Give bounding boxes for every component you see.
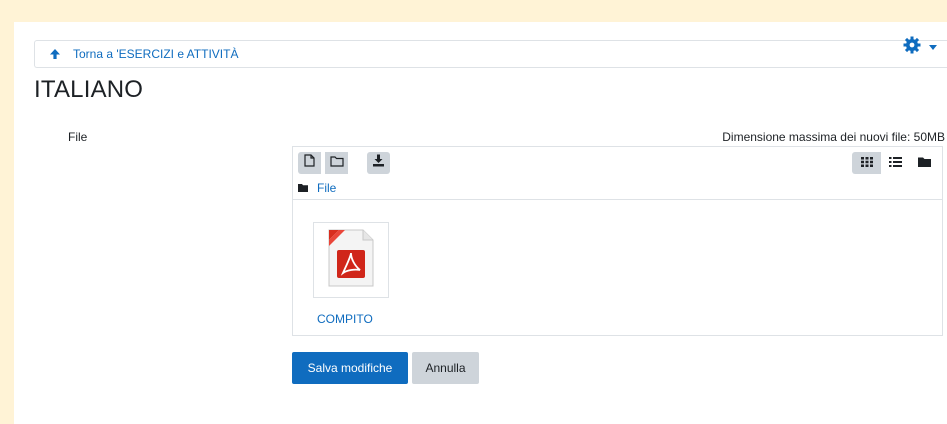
- max-file-size-text: Dimensione massima dei nuovi file: 50MB: [722, 130, 945, 144]
- file-name-label[interactable]: COMPITO: [317, 312, 373, 326]
- back-link-bar[interactable]: Torna a 'ESERCIZI e ATTIVITÀ: [34, 40, 947, 68]
- view-mode-buttons: [852, 152, 939, 174]
- create-folder-button[interactable]: [325, 152, 348, 174]
- file-manager-content: COMPITO: [293, 200, 942, 336]
- file-name[interactable]: COMPITO: [317, 312, 397, 338]
- folder-icon: [298, 181, 308, 195]
- page-content: Torna a 'ESERCIZI e ATTIVITÀ ITALIANO Fi…: [14, 22, 947, 424]
- list-icon: [889, 154, 902, 172]
- download-all-button[interactable]: [367, 152, 390, 174]
- breadcrumb[interactable]: File: [298, 181, 336, 195]
- file-thumbnail[interactable]: [313, 222, 389, 298]
- file-icon: [304, 154, 315, 172]
- breadcrumb-root-label[interactable]: File: [317, 181, 336, 195]
- back-link-label[interactable]: Torna a 'ESERCIZI e ATTIVITÀ: [73, 47, 238, 61]
- settings-menu-toggle[interactable]: [903, 36, 937, 59]
- view-tree-button[interactable]: [910, 152, 939, 174]
- save-button[interactable]: Salva modifiche: [292, 352, 408, 384]
- file-manager-toolbar: File: [293, 147, 942, 200]
- grid-icon: [860, 154, 873, 172]
- file-manager: File COMPITO: [292, 146, 943, 336]
- cancel-button[interactable]: Annulla: [412, 352, 479, 384]
- page-title: ITALIANO: [34, 76, 144, 103]
- gear-icon: [903, 36, 921, 59]
- folder-outline-icon: [329, 154, 344, 172]
- folder-icon: [918, 154, 931, 172]
- file-field-label: File: [68, 130, 88, 144]
- arrow-up-icon: [49, 47, 61, 61]
- add-file-button[interactable]: [298, 152, 321, 174]
- download-icon: [372, 154, 385, 172]
- view-icons-button[interactable]: [852, 152, 881, 174]
- chevron-down-icon: [929, 45, 937, 50]
- view-list-button[interactable]: [881, 152, 910, 174]
- pdf-icon: [325, 228, 377, 293]
